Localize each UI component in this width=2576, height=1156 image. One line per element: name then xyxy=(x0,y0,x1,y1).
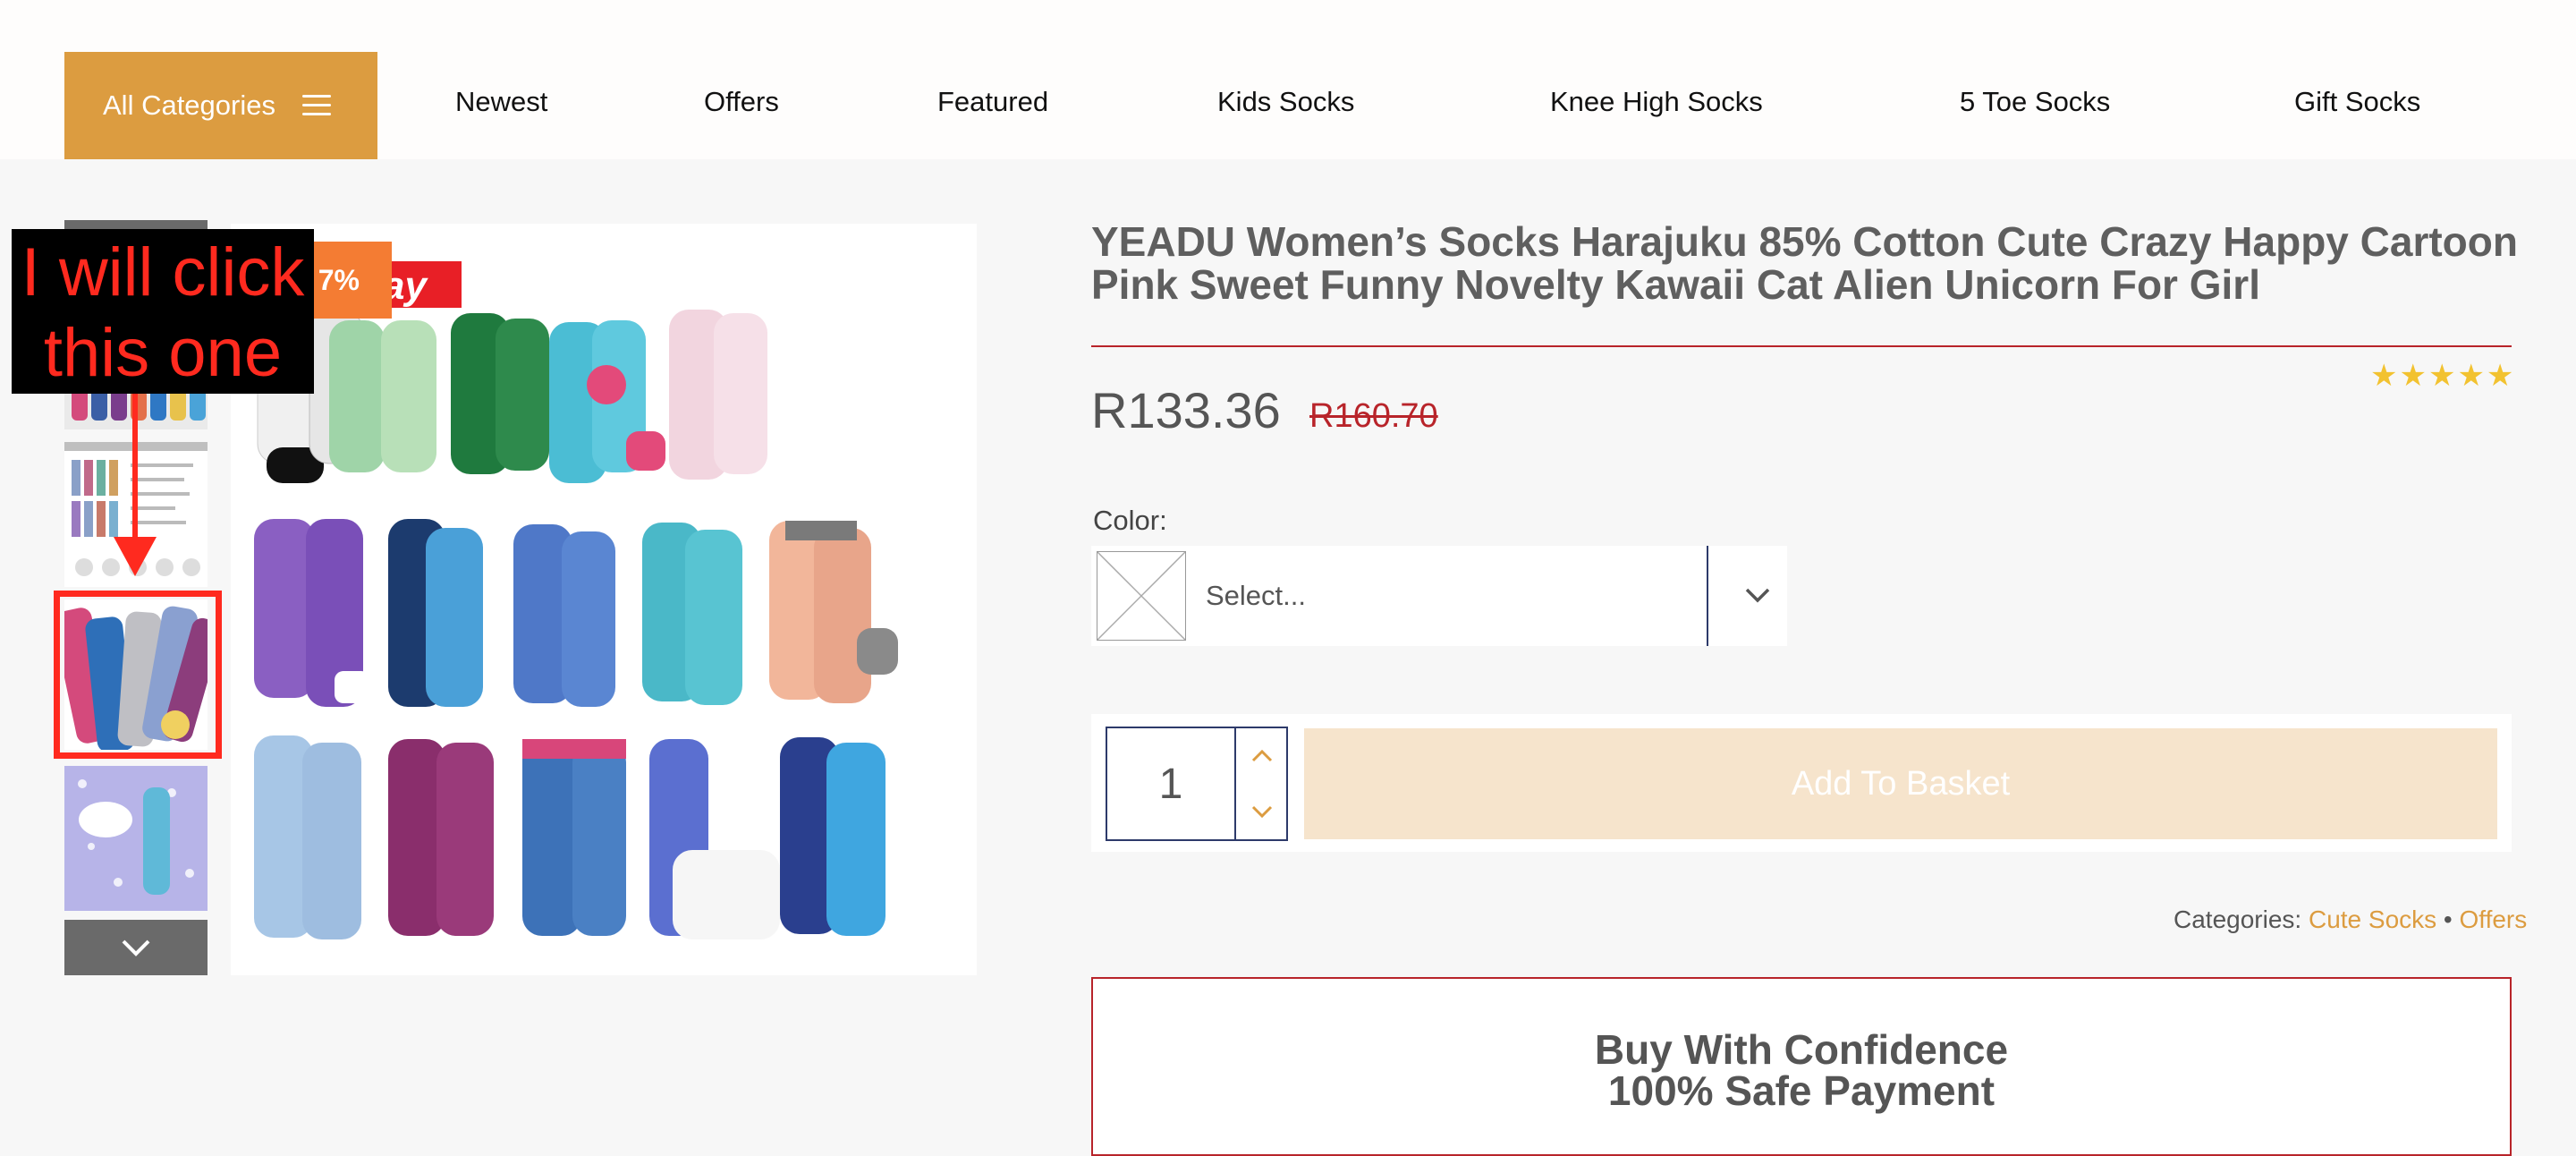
current-price: R133.36 xyxy=(1091,382,1281,438)
product-categories: Categories: Cute Socks • Offers xyxy=(2174,905,2527,934)
rating-stars: ★★★★★ xyxy=(2370,359,2516,393)
annotation-arrow-head-icon xyxy=(114,537,157,576)
nav-link-offers[interactable]: Offers xyxy=(704,86,779,118)
select-divider xyxy=(1707,546,1708,646)
thumbnail-4[interactable] xyxy=(64,766,208,911)
socks-collection-image: ay xyxy=(231,224,977,975)
discount-badge: 7% xyxy=(304,242,392,319)
nav-link-kids-socks[interactable]: Kids Socks xyxy=(1217,86,1354,118)
quantity-decrease-button[interactable] xyxy=(1238,784,1286,839)
product-title: YEADU Women’s Socks Harajuku 85% Cotton … xyxy=(1091,220,2522,306)
annotation-arrow-shaft xyxy=(132,394,138,544)
thumbnail-4-image xyxy=(64,766,208,911)
category-link-cute-socks[interactable]: Cute Socks xyxy=(2309,905,2436,933)
categories-separator: • xyxy=(2443,905,2453,933)
all-categories-label: All Categories xyxy=(103,89,275,121)
product-title-line-1: YEADU Women’s Socks Harajuku 85% Cotton … xyxy=(1091,218,2518,265)
color-label: Color: xyxy=(1093,505,1167,536)
color-swatch-empty xyxy=(1097,551,1186,641)
chevron-down-icon xyxy=(122,939,150,956)
quantity-increase-button[interactable] xyxy=(1238,728,1286,784)
purchase-box: 1 Add To Basket xyxy=(1091,714,2512,852)
categories-label: Categories: xyxy=(2174,905,2302,933)
main-product-image[interactable]: ay xyxy=(231,224,977,975)
color-select[interactable]: Select... xyxy=(1091,546,1787,646)
safe-payment-heading: 100% Safe Payment xyxy=(1607,1067,1996,1114)
empty-swatch-icon xyxy=(1097,551,1186,641)
nav-link-knee-high-socks[interactable]: Knee High Socks xyxy=(1550,86,1763,118)
add-to-basket-button[interactable]: Add To Basket xyxy=(1304,728,2497,839)
chevron-down-icon xyxy=(1251,805,1273,819)
hamburger-menu-icon xyxy=(301,95,331,116)
thumbnail-scroll-down-button[interactable] xyxy=(64,920,208,975)
quantity-stepper[interactable]: 1 xyxy=(1106,727,1288,841)
top-navigation-bar: All Categories Newest Offers Featured Ki… xyxy=(0,0,2576,159)
product-title-line-2: Pink Sweet Funny Novelty Kawaii Cat Alie… xyxy=(1091,261,2260,308)
quantity-input[interactable]: 1 xyxy=(1107,728,1236,839)
nav-link-5-toe-socks[interactable]: 5 Toe Socks xyxy=(1960,86,2110,118)
nav-link-newest[interactable]: Newest xyxy=(455,86,547,118)
annotation-label: I will click this one xyxy=(12,229,314,394)
chevron-down-icon[interactable] xyxy=(1735,573,1780,617)
all-categories-button[interactable]: All Categories xyxy=(64,52,377,159)
chevron-up-icon xyxy=(1251,749,1273,762)
buy-with-confidence-box: Buy With Confidence 100% Safe Payment xyxy=(1091,977,2512,1156)
annotation-line-2: this one xyxy=(43,315,283,391)
nav-link-featured[interactable]: Featured xyxy=(937,86,1048,118)
annotation-highlight-box xyxy=(54,591,222,759)
annotation-line-1: I will click xyxy=(21,234,305,310)
original-price: R160.70 xyxy=(1309,397,1438,435)
color-select-placeholder: Select... xyxy=(1206,580,1306,611)
nav-link-gift-socks[interactable]: Gift Socks xyxy=(2294,86,2420,118)
category-link-offers[interactable]: Offers xyxy=(2460,905,2528,933)
title-divider xyxy=(1091,345,2512,347)
